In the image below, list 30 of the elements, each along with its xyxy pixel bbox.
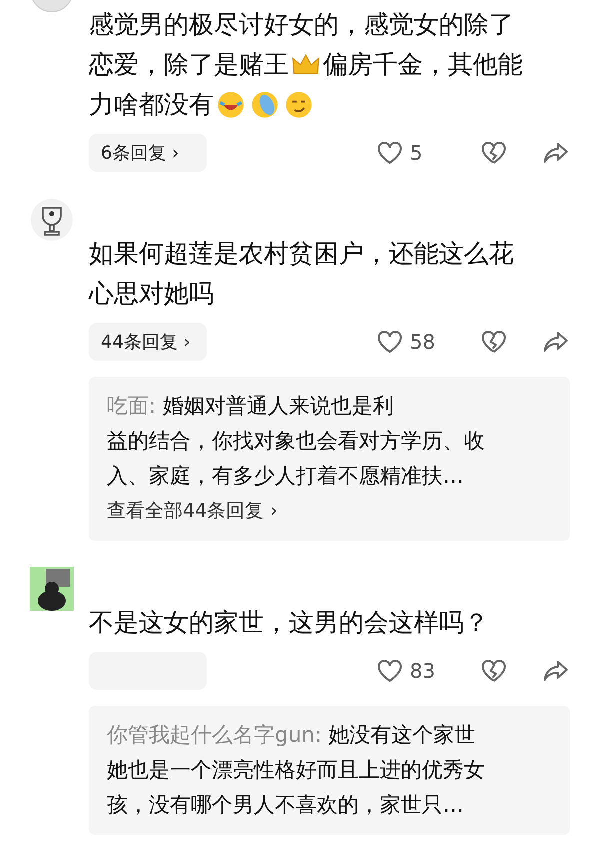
reply-author: 你管我起什么名字gun: <box>107 723 324 747</box>
reply-text: 孩，没有哪个男人不喜欢的，家世只… <box>107 793 464 817</box>
reply-text: 入、家庭，有多少人打着不愿精准扶… <box>107 464 464 488</box>
like-heart-icon[interactable] <box>376 139 404 167</box>
laughing-emoji-icon <box>216 90 246 120</box>
reply-preview-card[interactable]: 吃面: 婚姻对普通人来说也是利 益的结合，你找对象也会看对方学历、收 入、家庭，有多少人打着不愿精准扶… 查看全部44条回复 › <box>89 377 570 541</box>
smirk-emoji-icon <box>284 90 314 120</box>
reply-text: 婚姻对普通人来说也是利 <box>162 394 394 418</box>
like-heart-icon[interactable] <box>376 657 404 685</box>
trophy-avatar <box>30 198 74 242</box>
replies-button[interactable]: 44条回复 › <box>89 323 207 361</box>
comment-text: 心思对她吗 <box>89 278 214 310</box>
view-all-replies-link[interactable]: 查看全部44条回复 › <box>107 494 552 529</box>
reply-preview-card[interactable]: 你管我起什么名字gun: 她没有这个家世 她也是一个漂亮性格好而且上进的优秀女 孩，没有哪个男人不喜欢的，家世只… <box>89 706 570 835</box>
replies-button[interactable]: 6条回复 › <box>89 134 207 172</box>
reply-text: 她也是一个漂亮性格好而且上进的优秀女 <box>107 758 485 782</box>
comment-text: 力啥都没有 <box>89 89 214 121</box>
comment-text: 恋爱，除了是赌王 <box>89 49 289 81</box>
avatar <box>30 567 74 611</box>
reply-text: 益的结合，你找对象也会看对方学历、收 <box>107 429 485 453</box>
like-count: 5 <box>410 141 424 165</box>
reply-text: 她没有这个家世 <box>328 723 476 747</box>
comment-text: 不是这女的家世，这男的会这样吗？ <box>89 607 489 639</box>
like-heart-icon[interactable] <box>376 328 404 356</box>
like-count: 83 <box>410 659 436 683</box>
comment-text: 感觉男的极尽讨好女的，感觉女的除了 <box>89 9 514 41</box>
reply-author: 吃面: <box>107 394 158 418</box>
comment-text: 如果何超莲是农村贫困户，还能这么花 <box>89 238 514 270</box>
like-count: 58 <box>410 330 436 354</box>
comment-text: 偏房千金，其他能 <box>323 49 523 81</box>
